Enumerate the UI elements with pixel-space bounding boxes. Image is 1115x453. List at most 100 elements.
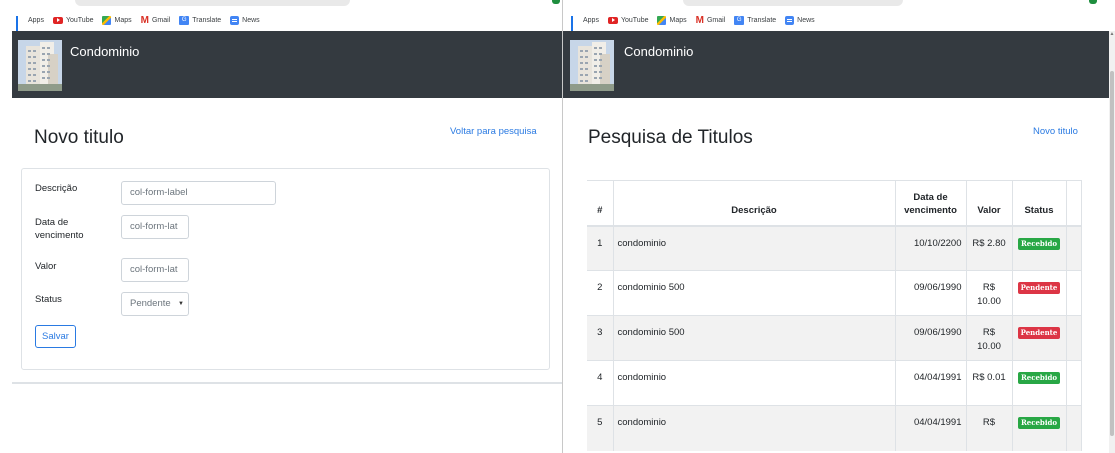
table-row[interactable]: 4 condominio 04/04/1991 R$ 0.01 Recebido [587, 360, 1082, 406]
cell-data: 10/10/2200 [895, 225, 966, 271]
vencimento-label: Data de vencimento [35, 217, 84, 241]
bookmark-translate[interactable]: G Translate [179, 15, 221, 25]
profile-indicator-icon [1089, 0, 1097, 4]
bookmark-gmail[interactable]: M Gmail [695, 14, 726, 26]
cell-data: 04/04/1991 [895, 360, 966, 406]
cell-status: Pendente [1012, 315, 1066, 361]
new-title-form: Descrição col-form-label Data de vencime… [21, 168, 550, 370]
divider [12, 382, 562, 384]
cell-descricao: condominio 500 [612, 315, 896, 361]
cell-descricao: condominio [612, 360, 896, 406]
table-row[interactable]: 2 condominio 500 09/06/1990 R$ 10.00 Pen… [587, 270, 1082, 316]
news-icon [785, 15, 795, 25]
bookmark-youtube[interactable]: YouTube [607, 16, 648, 24]
cell-actions [1065, 225, 1082, 271]
gmail-icon: M [140, 14, 149, 26]
bookmark-news[interactable]: News [230, 15, 260, 25]
status-select-value: Pendente [130, 298, 171, 309]
tab-strip [683, 0, 903, 6]
cell-num: 3 [587, 315, 613, 361]
cell-actions [1065, 270, 1082, 316]
header-status[interactable]: Status [1012, 180, 1066, 227]
back-to-search-link[interactable]: Voltar para pesquisa [450, 126, 537, 137]
maps-icon [657, 15, 667, 25]
bookmarks-bar: Apps YouTube Maps M Gmail G Translate News [563, 0, 1115, 34]
bookmark-maps[interactable]: Maps [657, 15, 687, 25]
brand-logo-image[interactable] [570, 40, 614, 91]
cell-descricao: condominio [612, 225, 896, 271]
cell-status: Recebido [1012, 225, 1066, 271]
bookmark-translate[interactable]: G Translate [734, 15, 776, 25]
left-window: Apps YouTube Maps M Gmail G Translate News [0, 0, 562, 453]
page-title: Pesquisa de Titulos [588, 127, 753, 148]
cell-actions [1065, 315, 1082, 361]
valor-input[interactable]: col-form-lat [121, 258, 189, 282]
save-button[interactable]: Salvar [35, 325, 76, 348]
cell-valor: R$ 2.80 [965, 225, 1013, 271]
scroll-up-icon[interactable]: ▲ [1109, 31, 1115, 39]
cell-num: 2 [587, 270, 613, 316]
cell-num: 1 [587, 225, 613, 271]
header-actions [1065, 180, 1082, 227]
bookmark-apps[interactable]: Apps [16, 15, 44, 34]
bookmark-gmail[interactable]: M Gmail [140, 14, 171, 26]
translate-icon: G [179, 15, 190, 25]
translate-icon: G [734, 15, 745, 25]
cell-valor: R$ 10.00 [965, 270, 1013, 316]
vertical-scrollbar[interactable] [1109, 31, 1115, 453]
cell-descricao: condominio 500 [612, 270, 896, 316]
bookmark-apps[interactable]: Apps [571, 15, 599, 34]
cell-data: 04/04/1991 [895, 405, 966, 451]
scrollbar-thumb[interactable] [1110, 71, 1114, 436]
status-badge: Recebido [1017, 417, 1061, 429]
status-select[interactable]: Pendente ▼ [121, 292, 189, 316]
cell-valor: R$ 10.00 [965, 315, 1013, 361]
status-badge: Pendente [1017, 327, 1061, 339]
cell-actions [1065, 360, 1082, 406]
cell-num: 5 [587, 405, 613, 451]
apps-icon [16, 15, 25, 34]
bookmarks-bar: Apps YouTube Maps M Gmail G Translate News [0, 0, 562, 34]
bookmark-youtube[interactable]: YouTube [52, 16, 93, 24]
cell-data: 09/06/1990 [895, 315, 966, 361]
cell-valor: R$ 0.01 [965, 360, 1013, 406]
tab-strip [75, 0, 350, 6]
news-icon [230, 15, 240, 25]
cell-status: Recebido [1012, 360, 1066, 406]
chevron-down-icon: ▼ [176, 293, 184, 315]
brand-logo-image[interactable] [18, 40, 62, 91]
youtube-icon [52, 16, 63, 24]
descricao-input[interactable]: col-form-label [121, 181, 276, 205]
status-badge: Recebido [1017, 237, 1061, 250]
right-window: Apps YouTube Maps M Gmail G Translate News [562, 0, 1115, 453]
titles-table: # Descrição Data de vencimento Valor Sta… [587, 180, 1082, 451]
header-descricao[interactable]: Descrição [612, 180, 896, 227]
status-label: Status [35, 294, 62, 305]
table-row[interactable]: 3 condominio 500 09/06/1990 R$ 10.00 Pen… [587, 315, 1082, 361]
new-title-link[interactable]: Novo titulo [1033, 126, 1078, 137]
maps-icon [102, 15, 112, 25]
navbar: Condominio [563, 31, 1109, 98]
gmail-icon: M [695, 14, 704, 26]
brand-title[interactable]: Condominio [70, 44, 139, 59]
valor-label: Valor [35, 261, 57, 272]
bookmark-maps[interactable]: Maps [102, 15, 132, 25]
header-data-vencimento[interactable]: Data de vencimento [895, 180, 966, 227]
table-header-row: # Descrição Data de vencimento Valor Sta… [587, 180, 1082, 227]
cell-actions [1065, 405, 1082, 451]
brand-title[interactable]: Condominio [624, 44, 693, 59]
youtube-icon [607, 16, 618, 24]
cell-descricao: condominio [612, 405, 896, 451]
header-valor[interactable]: Valor [965, 180, 1013, 227]
status-badge: Pendente [1017, 282, 1061, 294]
cell-status: Recebido [1012, 405, 1066, 451]
cell-valor: R$ [965, 405, 1013, 451]
table-row[interactable]: 1 condominio 10/10/2200 R$ 2.80 Recebido [587, 225, 1082, 271]
status-badge: Recebido [1017, 372, 1061, 384]
cell-status: Pendente [1012, 270, 1066, 316]
apps-icon [571, 15, 580, 34]
table-row[interactable]: 5 condominio 04/04/1991 R$ Recebido [587, 405, 1082, 451]
header-num[interactable]: # [587, 180, 613, 227]
bookmark-news[interactable]: News [785, 15, 815, 25]
vencimento-input[interactable]: col-form-lat [121, 215, 189, 239]
